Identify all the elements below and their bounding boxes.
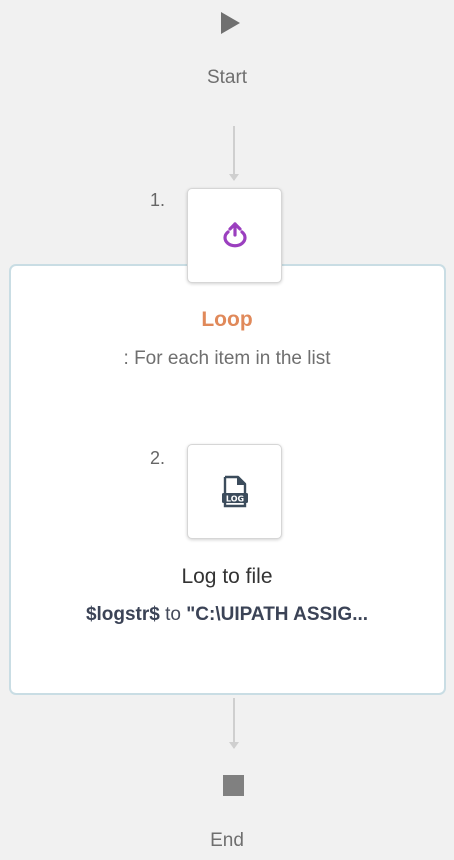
start-play-icon bbox=[221, 12, 240, 34]
log-file-icon: LOG bbox=[221, 475, 249, 509]
step-number-1: 1. bbox=[150, 190, 166, 210]
log-connector-word: to bbox=[165, 604, 181, 625]
log-to-file-activity-card[interactable]: LOG bbox=[187, 444, 282, 539]
log-icon-text: LOG bbox=[225, 494, 243, 503]
step-number-2: 2. bbox=[150, 448, 166, 468]
connector-start-to-loop bbox=[229, 126, 239, 181]
end-label: End bbox=[210, 830, 244, 851]
loop-title: Loop bbox=[201, 308, 253, 331]
end-stop-icon bbox=[223, 775, 244, 796]
log-to-file-title: Log to file bbox=[181, 565, 273, 588]
loop-icon bbox=[220, 221, 250, 250]
log-to-file-description: $logstr$ to "C:\UIPATH ASSIG... bbox=[0, 604, 454, 626]
log-variable: $logstr$ bbox=[85, 604, 160, 625]
loop-activity-card[interactable] bbox=[187, 188, 282, 283]
loop-description: : For each item in the list bbox=[123, 348, 331, 369]
connector-loop-to-end bbox=[229, 698, 239, 749]
start-label: Start bbox=[206, 67, 248, 88]
log-path: "C:\UIPATH ASSIG... bbox=[186, 604, 369, 625]
